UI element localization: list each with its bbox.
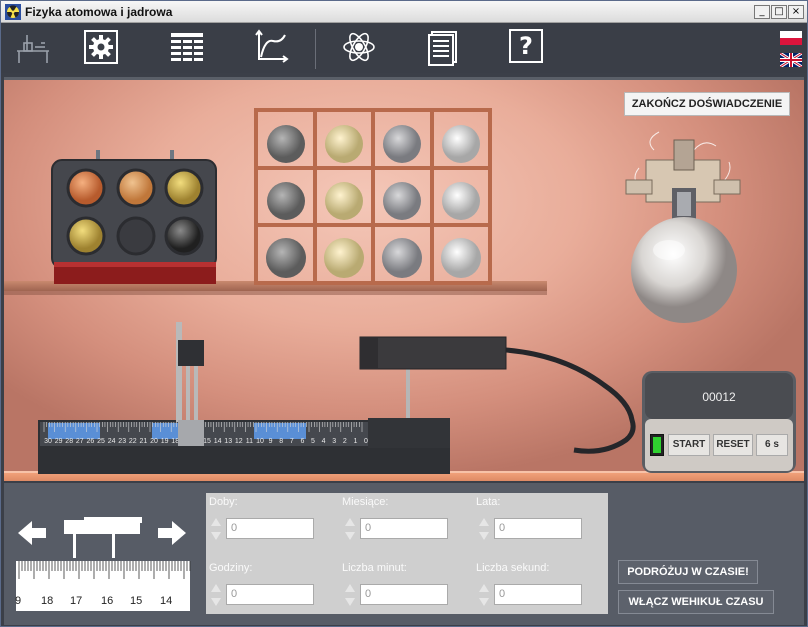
rail-scale-label: 24: [108, 438, 116, 445]
rail-scale-label: 30: [44, 438, 52, 445]
rail-scale-label: 3: [332, 438, 336, 445]
rail-scale-label: 29: [55, 438, 63, 445]
rail-scale-label: 6: [300, 438, 304, 445]
time-scale-label: 17: [70, 595, 83, 607]
atom-icon[interactable]: [339, 27, 379, 67]
minutes-stepper[interactable]: [344, 584, 356, 608]
rail-scale-label: 4: [322, 438, 326, 445]
rail-scale-label: 0: [364, 438, 368, 445]
counter-start-button[interactable]: START: [668, 434, 710, 456]
rail-scale-label: 26: [87, 438, 95, 445]
bench-icon[interactable]: [13, 27, 53, 67]
time-machine-button[interactable]: WŁĄCZ WEHIKUŁ CZASU: [618, 590, 774, 614]
time-scale-label: 16: [101, 595, 114, 607]
gear-icon[interactable]: [81, 27, 121, 67]
scale-right-arrow-icon[interactable]: [158, 521, 186, 545]
hours-label: Godziny:: [209, 562, 253, 574]
time-travel-button[interactable]: PODRÓŻUJ W CZASIE!: [618, 560, 758, 584]
notes-icon[interactable]: [423, 27, 463, 67]
scale-slider[interactable]: [64, 517, 142, 558]
source-holder[interactable]: [176, 322, 204, 446]
rail-scale-label: 10: [256, 438, 264, 445]
time-inputs: Doby: Miesiące: Lata: Godziny: Liczba mi…: [206, 493, 608, 614]
rail-scale-label: 19: [161, 438, 169, 445]
months-label: Miesiące:: [342, 496, 389, 508]
days-label: Doby:: [209, 496, 238, 508]
rail-scale-label: 22: [129, 438, 137, 445]
rail-scale-label: 20: [150, 438, 158, 445]
minimize-button[interactable]: _: [754, 5, 770, 19]
years-stepper[interactable]: [478, 518, 490, 542]
toolbar: ?: [1, 23, 807, 73]
time-scale-label: 9: [15, 595, 22, 607]
time-scale-label: 15: [130, 595, 143, 607]
finish-experiment-button[interactable]: ZAKOŃCZ DOŚWIADCZENIE: [624, 92, 790, 116]
hours-input[interactable]: 0: [226, 584, 314, 605]
rail-scale-label: 21: [140, 438, 148, 445]
seconds-input[interactable]: 0: [494, 584, 582, 605]
radiation-icon: [5, 4, 21, 20]
rail-scale-label: 12: [235, 438, 243, 445]
seconds-stepper[interactable]: [478, 584, 490, 608]
rail-scale-label: 23: [118, 438, 126, 445]
app-window: Fizyka atomowa i jadrowa _ □ × ? 30 29 2…: [0, 0, 808, 627]
maximize-button[interactable]: □: [771, 5, 787, 19]
sample-rack[interactable]: [254, 108, 492, 285]
minutes-input[interactable]: 0: [360, 584, 448, 605]
minutes-label: Liczba minut:: [342, 562, 407, 574]
toolbar-separator: [315, 29, 316, 69]
rail-scale-label: 25: [97, 438, 105, 445]
rail-detector[interactable]: [359, 336, 636, 454]
rail-scale-label: 13: [224, 438, 232, 445]
hours-stepper[interactable]: [210, 584, 222, 608]
rail-scale-label: 11: [246, 438, 253, 445]
years-input[interactable]: 0: [494, 518, 582, 539]
title-bar: Fizyka atomowa i jadrowa _ □ ×: [1, 1, 807, 23]
counter-display: 00012: [702, 390, 736, 404]
rail-scale-label: 2: [343, 438, 347, 445]
lab-illustration: 3029282726252423222120191817161514131211…: [4, 108, 804, 481]
days-stepper[interactable]: [210, 518, 222, 542]
rail-scale-label: 28: [65, 438, 73, 445]
flag-poland-icon[interactable]: [780, 31, 802, 45]
hanging-detector: [625, 131, 741, 323]
graph-icon[interactable]: [251, 27, 291, 67]
time-scale-label: 18: [41, 595, 54, 607]
sample-case[interactable]: [51, 150, 217, 284]
rail-scale-label: 8: [279, 438, 283, 445]
window-title: Fizyka atomowa i jadrowa: [25, 5, 173, 19]
counter-time-button[interactable]: 6 s: [756, 434, 788, 456]
rail-scale-label: 1: [353, 438, 357, 445]
scale-left-arrow-icon[interactable]: [18, 521, 46, 545]
lab-scene: 3029282726252423222120191817161514131211…: [4, 77, 804, 481]
time-control-panel: 9 18 17 16 15 14 Doby: Miesiące: Lata: Godzin…: [4, 483, 804, 625]
months-input[interactable]: 0: [360, 518, 448, 539]
days-input[interactable]: 0: [226, 518, 314, 539]
rail-scale-label: 9: [269, 438, 273, 445]
rail-scale-label: 7: [290, 438, 294, 445]
seconds-label: Liczba sekund:: [476, 562, 550, 574]
rail-scale-label: 15: [203, 438, 211, 445]
rail-scale-label: 27: [76, 438, 84, 445]
counter-indicator-frame: [650, 434, 664, 456]
help-icon[interactable]: ?: [509, 29, 543, 63]
time-scale-label: 14: [160, 595, 173, 607]
rail-scale-label: 5: [311, 438, 315, 445]
rail-scale-label: 14: [214, 438, 222, 445]
counter-indicator-light: [653, 437, 661, 453]
table-icon[interactable]: [167, 27, 207, 67]
years-label: Lata:: [476, 496, 501, 508]
flag-uk-icon[interactable]: [780, 53, 802, 67]
close-button[interactable]: ×: [788, 5, 804, 19]
counter-reset-button[interactable]: RESET: [713, 434, 753, 456]
months-stepper[interactable]: [344, 518, 356, 542]
